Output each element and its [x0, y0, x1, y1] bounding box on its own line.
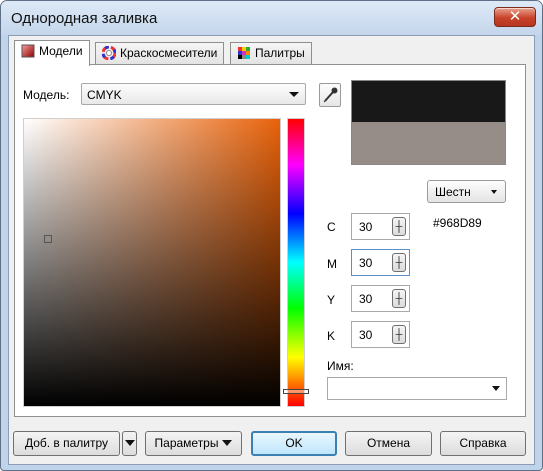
window-title: Однородная заливка — [11, 10, 158, 27]
chevron-down-icon — [492, 386, 500, 391]
tab-models[interactable]: Модели — [14, 40, 90, 66]
channel-y-input[interactable]: 30 — [351, 285, 410, 312]
palette-grid-icon — [237, 46, 251, 60]
add-to-palette-menu-button[interactable] — [122, 431, 137, 456]
cancel-button[interactable]: Отмена — [345, 431, 432, 456]
spinner-icon[interactable] — [392, 217, 406, 236]
eyedropper-button[interactable] — [319, 83, 341, 107]
channel-m-input[interactable]: 30 — [351, 249, 410, 276]
tab-palettes-label: Палитры — [255, 46, 305, 60]
parameters-label: Параметры — [154, 436, 219, 450]
picker-marker[interactable] — [44, 235, 52, 243]
chevron-down-icon — [124, 440, 135, 446]
channel-k-input[interactable]: 30 — [351, 321, 410, 348]
parameters-button[interactable]: Параметры — [145, 431, 242, 456]
name-select[interactable] — [327, 377, 507, 400]
hue-slider-handle[interactable] — [283, 389, 309, 394]
spinner-icon[interactable] — [392, 289, 406, 308]
model-label: Модель: — [23, 88, 70, 102]
hex-mode-label: Шестн — [435, 185, 471, 199]
models-panel: Модель: CMYK Шестн #968D89 C 30 M 30 Y 3… — [14, 64, 526, 417]
channel-m-label: M — [327, 257, 337, 271]
channel-k-value: 30 — [359, 328, 373, 342]
model-value: CMYK — [87, 88, 122, 102]
chevron-down-icon — [222, 440, 233, 446]
channel-k-label: K — [327, 329, 336, 343]
channel-m-value: 30 — [359, 256, 373, 270]
spinner-icon[interactable] — [392, 253, 406, 272]
close-button[interactable]: ✕ — [494, 7, 536, 27]
color-wheel-icon — [101, 45, 117, 61]
channel-c-input[interactable]: 30 — [351, 213, 410, 240]
dialog-body: Модели Краскосмесители Палитры Модель: C… — [8, 35, 535, 465]
tab-mixers-label: Краскосмесители — [120, 46, 218, 60]
dialog-window: Однородная заливка ✕ Модели Краскосмесит… — [0, 0, 543, 471]
tab-models-label: Модели — [39, 44, 83, 58]
models-icon — [21, 44, 35, 58]
tab-mixers[interactable]: Краскосмесители — [95, 42, 225, 64]
hex-mode-select[interactable]: Шестн — [427, 180, 506, 203]
chevron-down-icon — [289, 92, 299, 97]
color-picker-area[interactable] — [23, 118, 281, 407]
help-button[interactable]: Справка — [440, 431, 526, 456]
color-preview — [351, 80, 506, 165]
model-select[interactable]: CMYK — [81, 83, 306, 105]
add-to-palette-button[interactable]: Доб. в палитру — [13, 431, 120, 456]
channel-c-label: C — [327, 220, 336, 234]
ok-button[interactable]: OK — [251, 431, 337, 456]
channel-y-value: 30 — [359, 292, 373, 306]
tab-palettes[interactable]: Палитры — [230, 42, 312, 64]
hue-slider[interactable] — [287, 118, 305, 407]
name-label: Имя: — [327, 359, 354, 373]
new-color-swatch — [352, 122, 505, 164]
hex-value: #968D89 — [433, 216, 482, 230]
channel-c-value: 30 — [359, 220, 373, 234]
title-bar[interactable]: Однородная заливка ✕ — [1, 1, 542, 35]
old-color-swatch — [352, 81, 505, 122]
spinner-icon[interactable] — [392, 325, 406, 344]
chevron-down-icon — [491, 190, 497, 194]
eyedropper-icon — [323, 87, 338, 103]
channel-y-label: Y — [327, 293, 336, 307]
